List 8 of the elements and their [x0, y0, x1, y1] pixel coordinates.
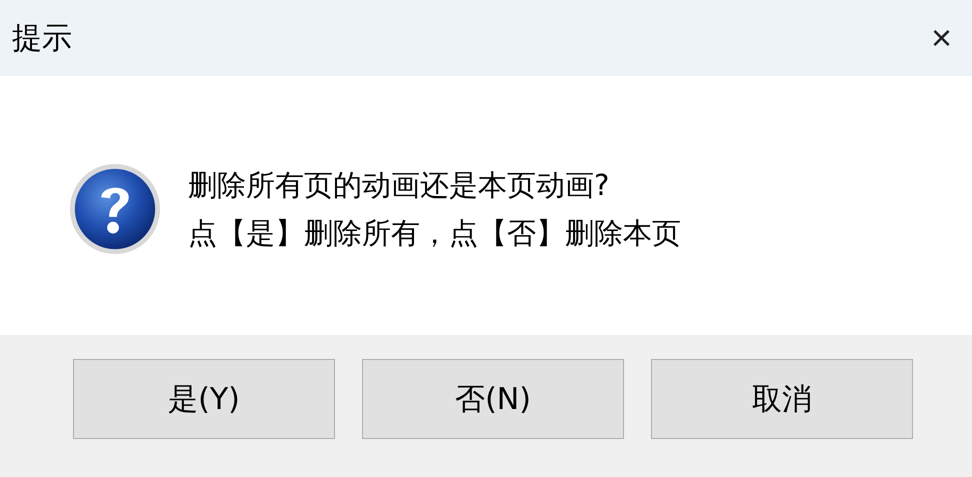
dialog-button[interactable]: 取消	[651, 359, 913, 439]
close-button[interactable]: ×	[924, 20, 958, 56]
message-text: 点【是】删除所有，点【否】删除本页	[188, 214, 681, 252]
question-icon	[68, 162, 162, 256]
message-text: 删除所有页的动画还是本页动画?	[188, 166, 610, 204]
dialog-button[interactable]: 否(N)	[362, 359, 624, 439]
dialog-button[interactable]: 是(Y)	[73, 359, 335, 439]
window-title: 提示	[12, 20, 72, 58]
